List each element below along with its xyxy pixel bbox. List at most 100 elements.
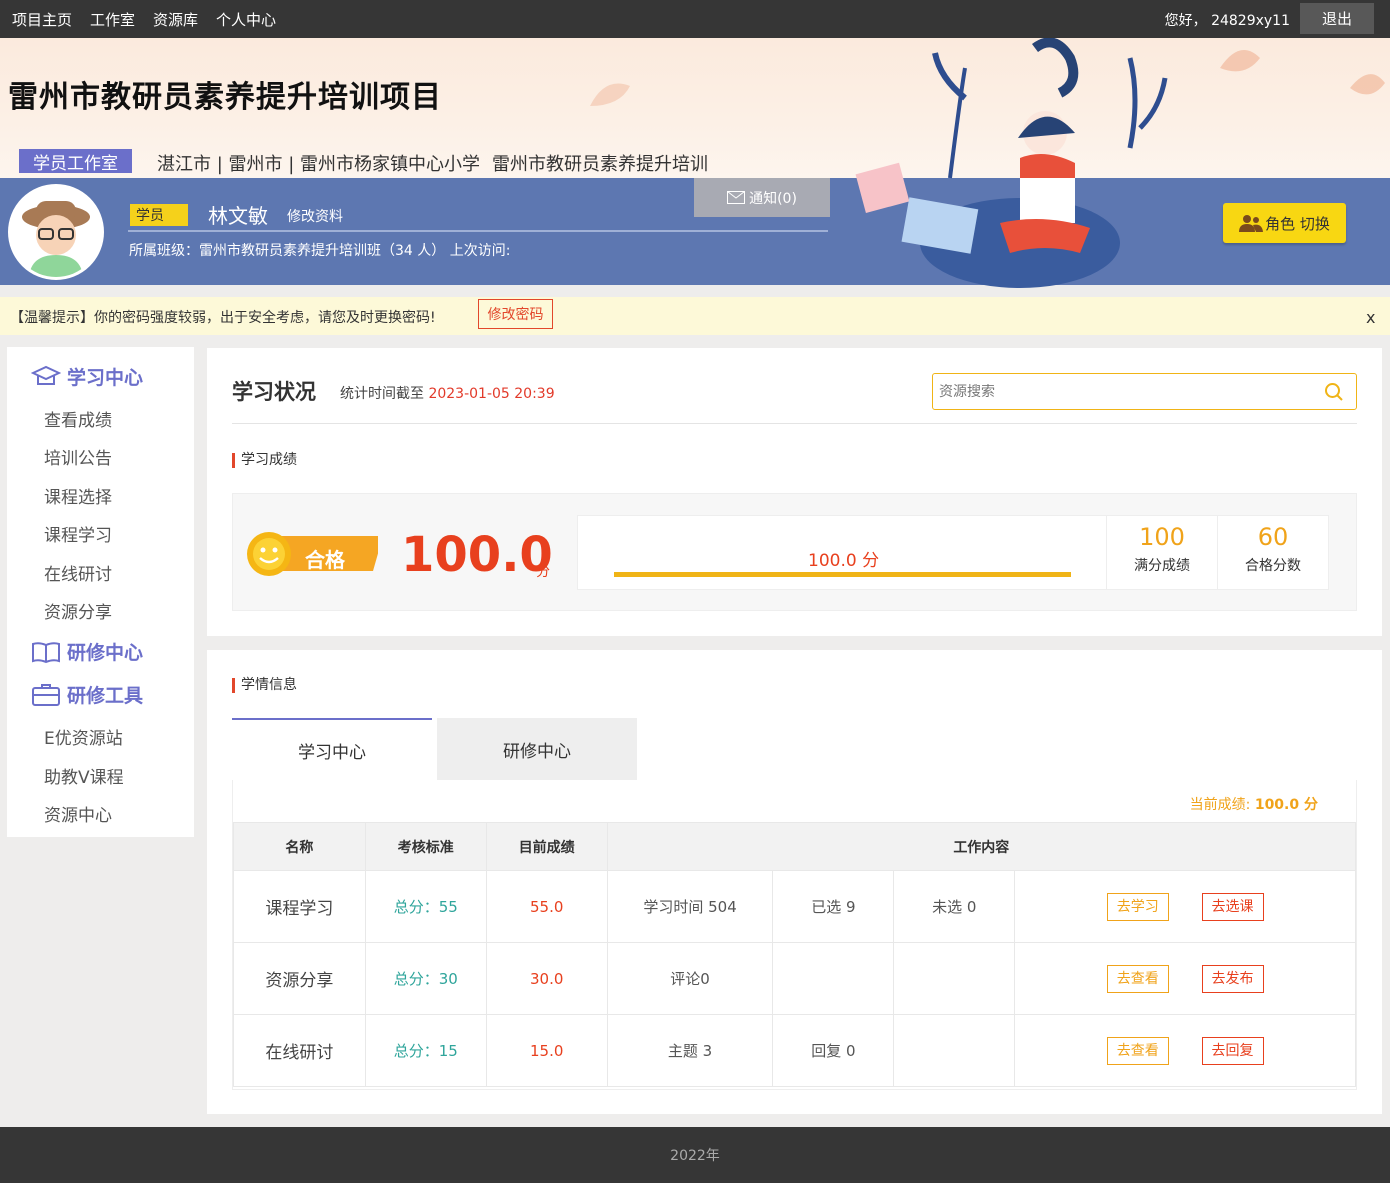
header-divider [232, 423, 1357, 424]
resource-search[interactable] [932, 373, 1357, 410]
full-score-stat: 100 满分成绩 [1106, 516, 1217, 589]
pass-score-stat: 60 合格分数 [1217, 516, 1328, 589]
sidebar-section-research[interactable]: 研修中心 [31, 638, 143, 665]
row-work-1: 评论0 [606, 942, 774, 1015]
row-work-1: 主题 3 [606, 1014, 774, 1087]
leaf-decoration-2 [1220, 50, 1385, 95]
tab-learning-center[interactable]: 学习中心 [232, 718, 432, 780]
sidebar-item-announcements[interactable]: 培训公告 [44, 444, 112, 469]
nav-links: 项目主页 工作室 资源库 个人中心 [12, 9, 294, 30]
nav-link-home[interactable]: 项目主页 [12, 9, 72, 30]
role-badge: 学员 [130, 204, 188, 226]
stat-time-label: 统计时间截至 [340, 386, 424, 402]
row-name: 在线研讨 [233, 1014, 366, 1087]
progress-text: 100.0 分 [808, 551, 880, 571]
search-input[interactable] [939, 383, 1319, 400]
score-progress-bar [614, 572, 1071, 577]
logout-button[interactable]: 退出 [1300, 3, 1374, 34]
row-actions: 去学习 去选课 [1014, 870, 1356, 943]
role-switch-label: 角色 切换 [1265, 214, 1330, 233]
col-header-work: 工作内容 [606, 822, 1357, 871]
tip-text: 【温馨提示】你的密码强度较弱，出于安全考虑，请您及时更换密码! [10, 310, 436, 326]
sidebar-item-course-selection[interactable]: 课程选择 [44, 483, 112, 508]
close-tip-button[interactable]: x [1366, 308, 1375, 327]
search-icon[interactable] [1324, 382, 1344, 402]
sidebar-section-learning-label: 学习中心 [67, 367, 144, 389]
sidebar-section-learning[interactable]: 学习中心 [31, 363, 143, 390]
tab-research-center[interactable]: 研修中心 [437, 718, 637, 780]
user-divider [128, 230, 828, 232]
nav-link-studio[interactable]: 工作室 [90, 9, 135, 30]
table-row: 课程学习 总分：55 55.0 学习时间 504 已选 9 未选 0 去学习 去… [233, 870, 1356, 943]
sidebar: 学习中心 查看成绩 培训公告 课程选择 课程学习 在线研讨 资源分享 研修中心 … [7, 347, 194, 837]
stat-time-value: 2023-01-05 20:39 [428, 386, 555, 402]
go-select-course-button[interactable]: 去选课 [1201, 892, 1264, 921]
go-reply-button[interactable]: 去回复 [1201, 1036, 1264, 1065]
row-name: 资源分享 [233, 942, 366, 1015]
go-view-button[interactable]: 去查看 [1106, 1036, 1169, 1065]
col-header-name: 名称 [233, 822, 366, 871]
password-tip-bar: 【温馨提示】你的密码强度较弱，出于安全考虑，请您及时更换密码! 修改密码 x [0, 297, 1390, 335]
go-study-button[interactable]: 去学习 [1106, 892, 1169, 921]
sidebar-section-tools[interactable]: 研修工具 [31, 681, 143, 708]
go-publish-button[interactable]: 去发布 [1201, 964, 1264, 993]
class-info: 所属班级：雷州市教研员素养提升培训班（34 人） 上次访问: [129, 243, 511, 259]
table-row: 资源分享 总分：30 30.0 评论0 去查看 去发布 [233, 942, 1356, 1015]
mail-icon [727, 191, 746, 204]
full-score-label: 满分成绩 [1134, 558, 1190, 574]
pass-label: 合格 [305, 548, 345, 572]
notification-label: 通知(0) [749, 190, 797, 207]
row-actions: 去查看 去发布 [1014, 942, 1356, 1015]
sidebar-item-resource-center[interactable]: 资源中心 [44, 801, 112, 826]
sidebar-item-assist-v-course[interactable]: 助教V课程 [44, 763, 124, 788]
row-work-3 [893, 942, 1016, 1015]
total-score: 100.0 [401, 527, 553, 583]
toolbox-icon [32, 683, 60, 706]
users-icon [1239, 215, 1264, 232]
avatar-illustration [11, 187, 101, 277]
current-score-label: 当前成绩: [1189, 797, 1251, 813]
score-box: 合格 100.0 分 100.0 分 100 满分成绩 60 合格分数 [232, 493, 1357, 611]
full-score-value: 100 [1139, 523, 1185, 551]
row-standard: 总分：55 [364, 870, 487, 943]
study-status-title: 学习状况 [232, 380, 316, 404]
pass-score-label: 合格分数 [1245, 558, 1301, 574]
sidebar-item-online-discussion[interactable]: 在线研讨 [44, 560, 112, 585]
studio-tag: 学员工作室 [19, 149, 132, 174]
sidebar-item-resource-sharing[interactable]: 资源分享 [44, 598, 112, 623]
row-work-2: 回复 0 [772, 1014, 895, 1087]
sidebar-section-tools-label: 研修工具 [67, 685, 144, 707]
study-status-card: 学习状况 统计时间截至 2023-01-05 20:39 学习成绩 合格 100… [207, 348, 1382, 636]
sidebar-item-e-resources[interactable]: E优资源站 [44, 724, 123, 749]
grade-section-title: 学习成绩 [232, 453, 297, 468]
role-switch-button[interactable]: 角色 切换 [1223, 203, 1346, 243]
nav-link-personal[interactable]: 个人中心 [216, 9, 276, 30]
greeting-text: 您好， 24829xy11 [1164, 13, 1290, 29]
notification-button[interactable]: 通知(0) [694, 178, 830, 217]
row-standard: 总分：15 [364, 1014, 487, 1087]
study-table: 名称 考核标准 目前成绩 工作内容 课程学习 总分：55 55.0 学习时间 5… [233, 822, 1357, 1087]
go-view-button[interactable]: 去查看 [1106, 964, 1169, 993]
change-password-button[interactable]: 修改密码 [478, 299, 553, 329]
row-work-2 [772, 942, 895, 1015]
reading-girl-illustration [855, 38, 1168, 288]
col-header-standard: 考核标准 [364, 822, 487, 871]
sidebar-item-view-scores[interactable]: 查看成绩 [44, 406, 112, 431]
footer-text: 2022年 [670, 1148, 720, 1164]
col-header-score: 目前成绩 [485, 822, 608, 871]
location-text: 湛江市 | 雷州市 | 雷州市杨家镇中心小学 [157, 154, 481, 175]
avatar[interactable] [8, 184, 104, 280]
project-name: 雷州市教研员素养提升培训 [492, 154, 708, 175]
row-standard: 总分：30 [364, 942, 487, 1015]
table-header-row: 名称 考核标准 目前成绩 工作内容 [233, 822, 1357, 871]
row-work-2: 已选 9 [772, 870, 895, 943]
row-work-3 [893, 1014, 1016, 1087]
nav-link-resources[interactable]: 资源库 [153, 9, 198, 30]
pass-score-value: 60 [1257, 523, 1289, 551]
top-navigation: 项目主页 工作室 资源库 个人中心 您好， 24829xy11 退出 [0, 0, 1390, 38]
book-icon [32, 641, 60, 663]
footer: 2022年 [0, 1127, 1390, 1183]
sidebar-item-course-study[interactable]: 课程学习 [44, 521, 112, 546]
edit-profile-link[interactable]: 修改资料 [287, 206, 343, 226]
tab-content: 当前成绩: 100.0 分 名称 考核标准 目前成绩 工作内容 课程学习 总分：… [232, 780, 1357, 1090]
